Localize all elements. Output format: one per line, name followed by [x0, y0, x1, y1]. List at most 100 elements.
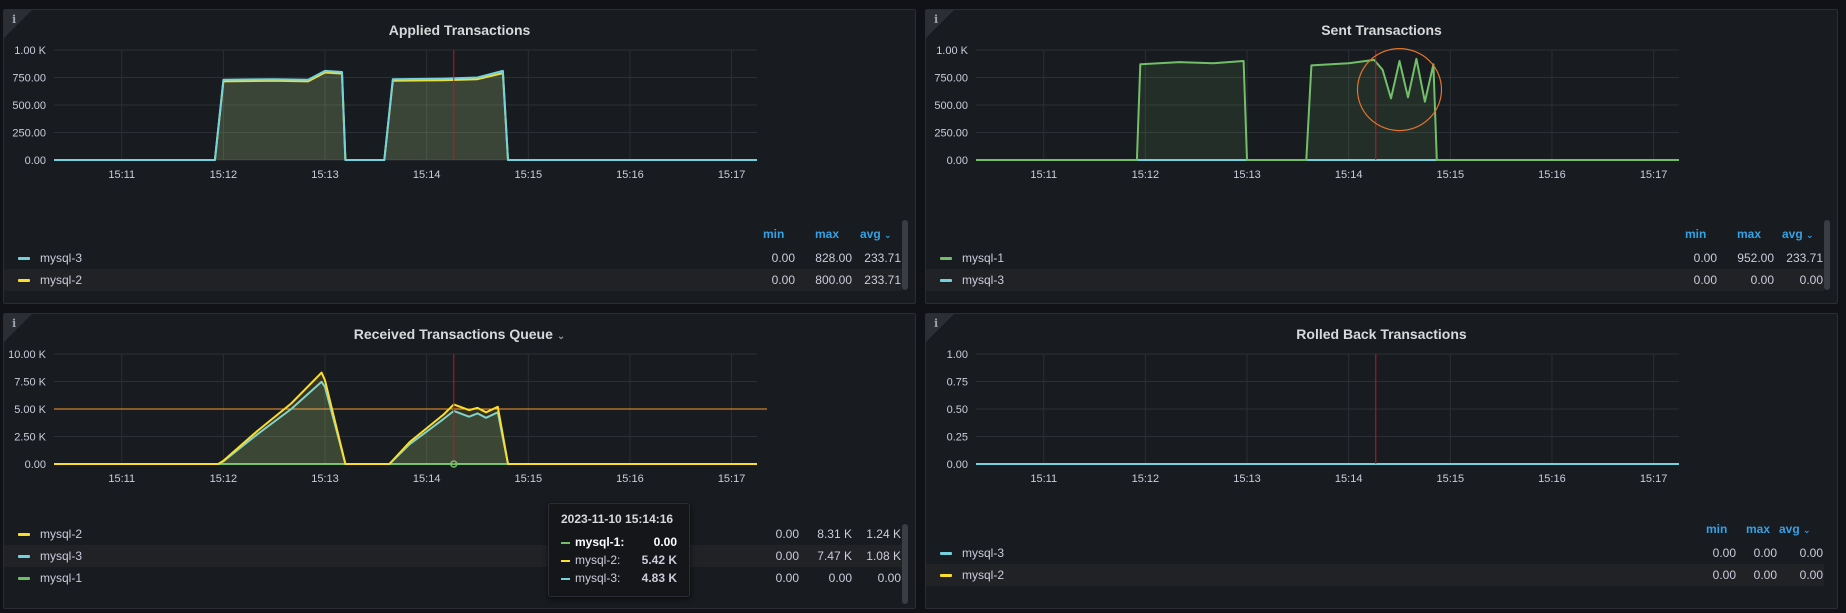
panel-rolled-back-transactions: i Rolled Back Transactions 0.00 0.25 0.50 0… — [925, 313, 1838, 609]
x-tick-label: 15:12 — [210, 169, 238, 181]
y-tick-label: 1.00 K — [936, 45, 968, 57]
series-avg: 233.71 — [1786, 251, 1823, 265]
legend-row[interactable]: mysql-3 0.00 0.00 0.00 — [926, 542, 1824, 564]
legend-min-header[interactable]: min — [1706, 522, 1727, 536]
series-name[interactable]: mysql-3 — [962, 269, 1004, 291]
series-min: 0.00 — [775, 527, 799, 541]
chart-received-transactions-queue[interactable]: 0.00 2.50 K 5.00 K 7.50 K 10.00 K 15:11 15:12 1… — [4, 314, 916, 514]
y-tick-label: 1.00 — [947, 349, 968, 361]
series-swatch — [561, 560, 570, 562]
legend-max-header[interactable]: max — [1746, 522, 1770, 536]
y-tick-label: 250.00 — [12, 128, 46, 140]
series-min: 0.00 — [771, 251, 795, 265]
series-swatch — [561, 542, 570, 544]
tooltip-series-name: mysql-3: — [575, 571, 621, 585]
x-tick-label: 15:11 — [108, 473, 135, 485]
series-avg: 0.00 — [1799, 273, 1823, 287]
series-name[interactable]: mysql-3 — [40, 545, 82, 567]
legend-row[interactable]: mysql-2 0.00 0.00 0.00 — [926, 564, 1824, 586]
legend-row[interactable]: mysql-3 0.00 0.00 0.00 — [926, 269, 1824, 291]
x-tick-label: 15:16 — [1538, 169, 1566, 181]
y-tick-label: 0.75 — [947, 377, 968, 389]
legend-row[interactable]: mysql-2 0.00 800.00 233.71 — [4, 269, 902, 291]
y-tick-label: 2.50 K — [14, 432, 46, 444]
series-name[interactable]: mysql-3 — [40, 247, 82, 269]
series-name[interactable]: mysql-1 — [40, 567, 82, 589]
series-min: 0.00 — [771, 273, 795, 287]
legend-row[interactable]: mysql-1 0.00 0.00 0.00 — [4, 567, 902, 589]
series-swatch — [18, 555, 30, 558]
x-tick-label: 15:16 — [1538, 473, 1566, 485]
series-name[interactable]: mysql-2 — [962, 564, 1004, 586]
x-tick-label: 15:15 — [515, 473, 543, 485]
series-swatch — [18, 533, 30, 536]
chevron-down-icon: ⌄ — [884, 230, 892, 240]
legend-max-header[interactable]: max — [815, 227, 839, 241]
x-tick-label: 15:13 — [1233, 169, 1261, 181]
series-swatch — [18, 279, 30, 282]
x-tick-label: 15:11 — [108, 169, 135, 181]
y-tick-label: 0.25 — [947, 432, 968, 444]
x-tick-label: 15:13 — [311, 473, 339, 485]
x-tick-label: 15:16 — [616, 169, 644, 181]
legend-max-header[interactable]: max — [1737, 227, 1761, 241]
series-name[interactable]: mysql-3 — [962, 542, 1004, 564]
legend-header: min max avg ⌄ — [926, 227, 1824, 243]
y-tick-label: 0.00 — [25, 155, 46, 167]
legend-scrollbar[interactable] — [902, 220, 908, 290]
legend-scrollbar[interactable] — [902, 524, 908, 604]
y-tick-label: 5.00 K — [14, 404, 46, 416]
chart-rolled-back-transactions[interactable]: 0.00 0.25 0.50 0.75 1.00 15:11 15:12 15:13 15:14… — [926, 314, 1838, 514]
legend-row[interactable]: mysql-1 0.00 952.00 233.71 — [926, 247, 1824, 269]
legend-min-header[interactable]: min — [1685, 227, 1706, 241]
series-avg: 233.71 — [864, 251, 901, 265]
legend-avg-header[interactable]: avg ⌄ — [1779, 522, 1811, 536]
series-avg: 0.00 — [1799, 546, 1823, 560]
x-tick-label: 15:15 — [1437, 169, 1465, 181]
panel-received-transactions-queue: i Received Transactions Queue ⌄ 0.00 2.50 … — [3, 313, 916, 609]
chart-sent-transactions[interactable]: 0.00 250.00 500.00 750.00 1.00 K 15:11 15:12 15… — [926, 10, 1838, 210]
series-area-mysql-1 — [976, 58, 1679, 160]
legend-scrollbar[interactable] — [1824, 220, 1830, 290]
x-tick-label: 15:11 — [1030, 473, 1057, 485]
x-tick-label: 15:14 — [1335, 169, 1363, 181]
x-tick-label: 15:12 — [1132, 473, 1160, 485]
y-tick-label: 250.00 — [934, 128, 968, 140]
x-tick-label: 15:14 — [413, 169, 441, 181]
y-tick-label: 500.00 — [934, 100, 968, 112]
series-area-mysql-3 — [54, 70, 757, 160]
panel-applied-transactions: i Applied Transactions 0.00 250.00 500.00 7… — [3, 9, 916, 304]
legend-avg-header[interactable]: avg ⌄ — [1782, 227, 1814, 241]
tooltip-series-name: mysql-2: — [575, 553, 621, 567]
chart-applied-transactions[interactable]: 0.00 250.00 500.00 750.00 1.00 K 15:11 15:12 15… — [4, 10, 916, 210]
tooltip-series-value: 5.42 K — [641, 553, 677, 567]
series-avg: 1.24 K — [866, 527, 901, 541]
legend-row[interactable]: mysql-2 0.00 8.31 K 1.24 K — [4, 523, 902, 545]
y-tick-label: 500.00 — [12, 100, 46, 112]
series-name[interactable]: mysql-2 — [40, 523, 82, 545]
tooltip-series-value: 0.00 — [653, 535, 677, 549]
legend: min max avg ⌄ mysql-1 0.00 952.00 233.71… — [926, 215, 1824, 303]
legend-min-header[interactable]: min — [763, 227, 784, 241]
x-tick-label: 15:13 — [311, 169, 339, 181]
legend-row[interactable]: mysql-3 0.00 828.00 233.71 — [4, 247, 902, 269]
legend-row[interactable]: mysql-3 0.00 7.47 K 1.08 K — [4, 545, 902, 567]
x-tick-label: 15:12 — [1132, 169, 1160, 181]
x-tick-label: 15:17 — [718, 169, 746, 181]
legend-avg-header[interactable]: avg ⌄ — [860, 227, 892, 241]
tooltip-series-name: mysql-1: — [575, 535, 625, 549]
y-tick-label: 0.50 — [947, 404, 968, 416]
y-tick-label: 0.00 — [947, 155, 968, 167]
series-name[interactable]: mysql-2 — [40, 269, 82, 291]
legend: min max avg ⌄ mysql-3 0.00 0.00 0.00 mys… — [926, 520, 1824, 608]
series-swatch — [18, 257, 30, 260]
series-avg: 1.08 K — [866, 549, 901, 563]
series-name[interactable]: mysql-1 — [962, 247, 1004, 269]
chevron-down-icon: ⌄ — [1806, 230, 1814, 240]
tooltip-time: 2023-11-10 15:14:16 — [561, 512, 674, 526]
x-tick-label: 15:11 — [1030, 169, 1057, 181]
x-tick-label: 15:15 — [515, 169, 543, 181]
x-tick-label: 15:17 — [718, 473, 746, 485]
legend: mysql-2 0.00 8.31 K 1.24 K mysql-3 0.00 … — [4, 520, 902, 608]
x-tick-label: 15:17 — [1640, 169, 1668, 181]
